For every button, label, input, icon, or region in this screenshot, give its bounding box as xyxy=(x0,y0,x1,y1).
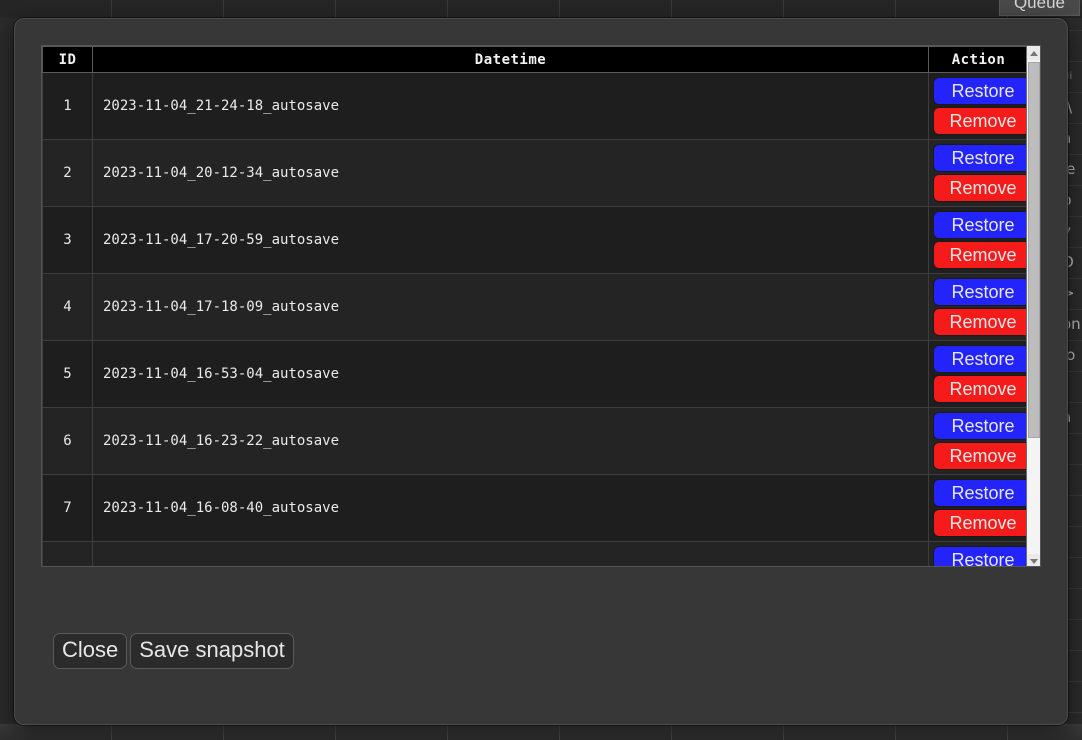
remove-button[interactable]: Remove xyxy=(933,509,1033,537)
column-header-action: Action xyxy=(928,46,1029,73)
background-tab-slot xyxy=(448,0,560,18)
close-button[interactable]: Close xyxy=(53,633,128,669)
remove-button[interactable]: Remove xyxy=(933,241,1033,269)
snapshot-table-head: ID Datetime Action xyxy=(42,46,1029,73)
column-header-datetime: Datetime xyxy=(92,46,929,73)
background-status-slot xyxy=(672,724,784,740)
background-status-slot xyxy=(112,724,224,740)
scrollbar-thumb[interactable] xyxy=(1028,62,1040,438)
background-tab-slot xyxy=(336,0,448,18)
background-tab-slot xyxy=(560,0,672,18)
queue-tab-label: Queue xyxy=(1013,0,1065,12)
restore-button[interactable]: Restore xyxy=(933,479,1033,507)
background-tab-slot xyxy=(896,0,1008,18)
cell-datetime: 2023-11-04_16-53-04_autosave xyxy=(92,340,929,408)
background-tab-slot xyxy=(784,0,896,18)
table-header-row: ID Datetime Action xyxy=(42,46,1029,73)
background-status-slot xyxy=(336,724,448,740)
snapshot-table: ID Datetime Action 1 2023-11-04_21-24-18… xyxy=(42,46,1033,566)
background-status-slot xyxy=(560,724,672,740)
scroll-down-arrow-icon[interactable] xyxy=(1027,554,1040,566)
cell-datetime: 2023-11-04_16-03-52_autosave xyxy=(92,541,929,566)
snapshot-manager-dialog: ID Datetime Action 1 2023-11-04_21-24-18… xyxy=(14,18,1068,725)
restore-button[interactable]: Restore xyxy=(933,546,1033,566)
table-scrollbar[interactable] xyxy=(1026,46,1040,566)
cell-action: Restore Remove xyxy=(928,72,1033,140)
remove-button[interactable]: Remove xyxy=(933,174,1033,202)
cell-action: Restore Remove xyxy=(928,273,1033,341)
background-top-toolbar xyxy=(0,0,1082,18)
remove-button[interactable]: Remove xyxy=(933,375,1033,403)
triangle-down-icon xyxy=(1030,558,1038,564)
restore-button[interactable]: Restore xyxy=(933,77,1033,105)
remove-button[interactable]: Remove xyxy=(933,107,1033,135)
snapshot-table-scroll-viewport[interactable]: ID Datetime Action 1 2023-11-04_21-24-18… xyxy=(41,45,1041,567)
background-status-slot xyxy=(1008,724,1082,740)
restore-button[interactable]: Restore xyxy=(933,211,1033,239)
table-row[interactable]: 1 2023-11-04_21-24-18_autosave Restore R… xyxy=(42,72,1033,140)
snapshot-table-body: 1 2023-11-04_21-24-18_autosave Restore R… xyxy=(42,72,1033,566)
restore-button[interactable]: Restore xyxy=(933,412,1033,440)
restore-button[interactable]: Restore xyxy=(933,278,1033,306)
cell-datetime: 2023-11-04_20-12-34_autosave xyxy=(92,139,929,207)
save-snapshot-button[interactable]: Save snapshot xyxy=(130,633,294,669)
scroll-up-arrow-icon[interactable] xyxy=(1027,46,1040,60)
cell-id: 3 xyxy=(42,206,93,274)
background-status-slot xyxy=(896,724,1008,740)
table-row[interactable]: 4 2023-11-04_17-18-09_autosave Restore R… xyxy=(42,273,1033,341)
cell-datetime: 2023-11-04_16-23-22_autosave xyxy=(92,407,929,475)
table-row[interactable]: 2 2023-11-04_20-12-34_autosave Restore R… xyxy=(42,139,1033,207)
cell-id: 8 xyxy=(42,541,93,566)
table-row[interactable]: 8 2023-11-04_16-03-52_autosave Restore R… xyxy=(42,541,1033,566)
cell-action: Restore Remove xyxy=(928,474,1033,542)
triangle-up-icon xyxy=(1030,50,1038,56)
queue-tab[interactable]: Queue xyxy=(998,0,1080,16)
restore-button[interactable]: Restore xyxy=(933,345,1033,373)
table-row[interactable]: 5 2023-11-04_16-53-04_autosave Restore R… xyxy=(42,340,1033,408)
table-row[interactable]: 3 2023-11-04_17-20-59_autosave Restore R… xyxy=(42,206,1033,274)
cell-id: 2 xyxy=(42,139,93,207)
remove-button[interactable]: Remove xyxy=(933,308,1033,336)
cell-id: 7 xyxy=(42,474,93,542)
background-status-slot xyxy=(784,724,896,740)
cell-datetime: 2023-11-04_16-08-40_autosave xyxy=(92,474,929,542)
column-header-id: ID xyxy=(42,46,93,73)
cell-id: 1 xyxy=(42,72,93,140)
background-tab-slot xyxy=(112,0,224,18)
cell-id: 4 xyxy=(42,273,93,341)
background-status-slot xyxy=(448,724,560,740)
background-tab-slot xyxy=(672,0,784,18)
background-status-bar xyxy=(0,724,1082,740)
cell-datetime: 2023-11-04_17-20-59_autosave xyxy=(92,206,929,274)
cell-action: Restore Remove xyxy=(928,206,1033,274)
cell-datetime: 2023-11-04_21-24-18_autosave xyxy=(92,72,929,140)
cell-id: 6 xyxy=(42,407,93,475)
cell-action: Restore Remove xyxy=(928,407,1033,475)
restore-button[interactable]: Restore xyxy=(933,144,1033,172)
cell-action: Restore Remove xyxy=(928,541,1033,566)
background-status-slot xyxy=(224,724,336,740)
cell-id: 5 xyxy=(42,340,93,408)
background-tab-slot xyxy=(0,0,112,18)
cell-action: Restore Remove xyxy=(928,340,1033,408)
background-status-slot xyxy=(0,724,112,740)
background-tab-slot xyxy=(224,0,336,18)
cell-action: Restore Remove xyxy=(928,139,1033,207)
cell-datetime: 2023-11-04_17-18-09_autosave xyxy=(92,273,929,341)
table-row[interactable]: 6 2023-11-04_16-23-22_autosave Restore R… xyxy=(42,407,1033,475)
dialog-footer: Close Save snapshot xyxy=(41,633,1043,669)
table-row[interactable]: 7 2023-11-04_16-08-40_autosave Restore R… xyxy=(42,474,1033,542)
remove-button[interactable]: Remove xyxy=(933,442,1033,470)
